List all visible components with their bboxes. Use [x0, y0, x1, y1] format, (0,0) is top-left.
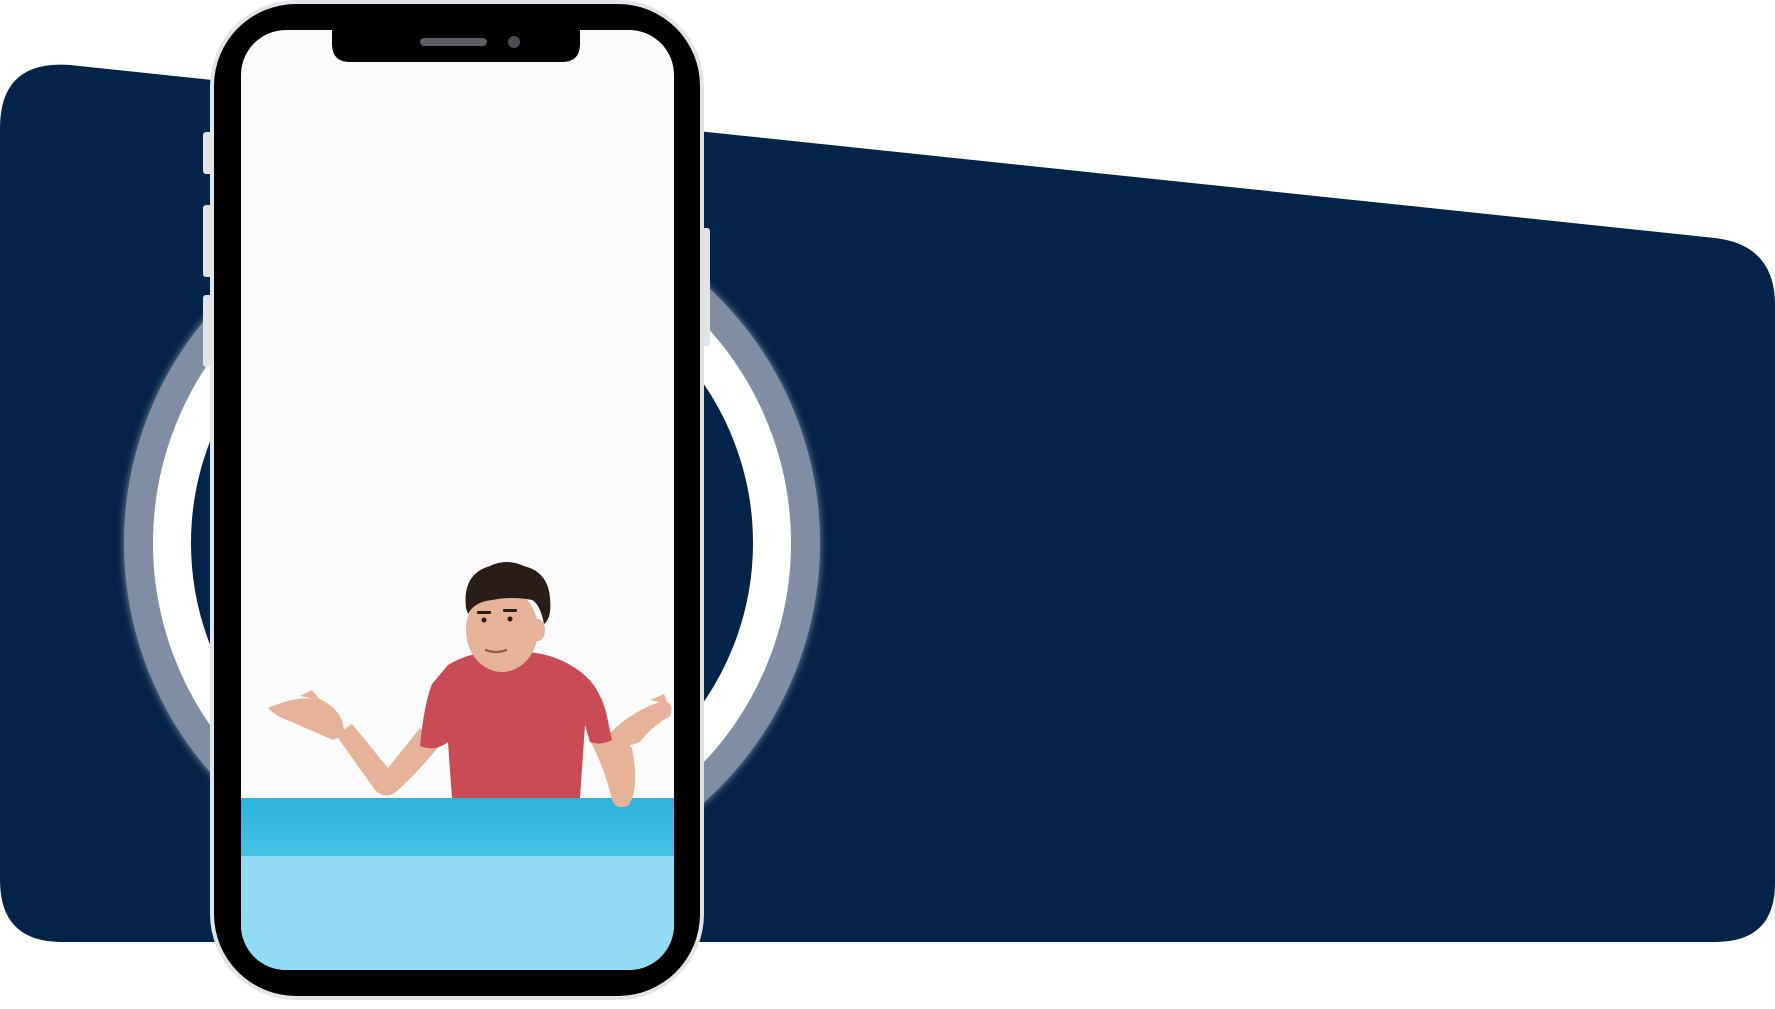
table-top: [241, 798, 674, 858]
hero-graphic: [0, 0, 1775, 1009]
table-front: [241, 856, 674, 970]
phone-screen: [241, 30, 674, 970]
speaker-grille: [420, 38, 487, 46]
hero-illustration: [0, 0, 1775, 1000]
front-camera: [508, 36, 520, 48]
smartphone-icon: [210, 0, 704, 1000]
